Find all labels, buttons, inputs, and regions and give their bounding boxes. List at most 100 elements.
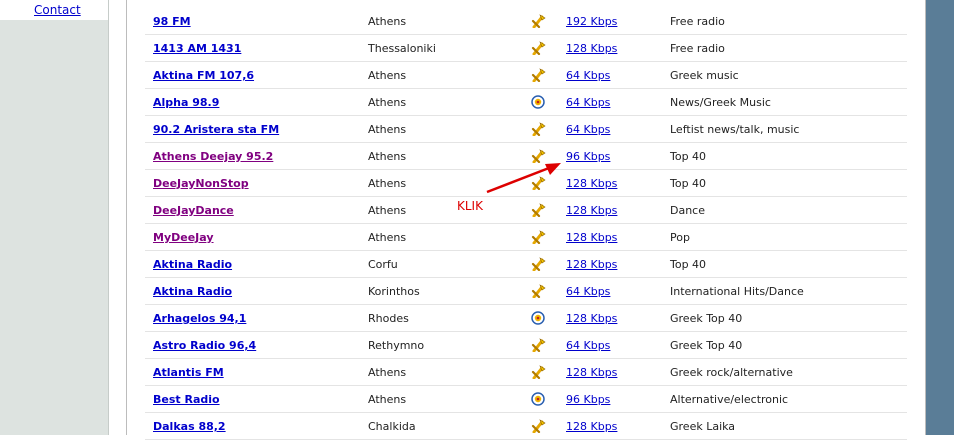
station-city: Athens	[368, 204, 407, 217]
station-row: Athens Deejay 95.2 Athens 96 Kbps Top 40	[145, 143, 907, 170]
winamp-icon	[530, 230, 546, 245]
station-name-link[interactable]: 1413 AM 1431	[153, 42, 241, 55]
spacer	[109, 0, 126, 435]
station-city: Rhodes	[368, 312, 409, 325]
station-genre: News/Greek Music	[670, 96, 771, 109]
station-city: Athens	[368, 393, 407, 406]
station-city: Athens	[368, 96, 407, 109]
bitrate-link[interactable]: 64 Kbps	[566, 285, 610, 298]
bitrate-link[interactable]: 128 Kbps	[566, 204, 617, 217]
station-genre: International Hits/Dance	[670, 285, 804, 298]
bitrate-link[interactable]: 128 Kbps	[566, 366, 617, 379]
station-row: Aktina Radio Corfu 128 Kbps Top 40	[145, 251, 907, 278]
station-name-link[interactable]: DeeJayDance	[153, 204, 234, 217]
station-table: 98 FM Athens 192 Kbps Free radio 1413 AM 14…	[145, 8, 907, 440]
realplayer-icon	[530, 311, 546, 325]
realplayer-icon	[530, 95, 546, 109]
contact-link[interactable]: Contact	[34, 3, 81, 17]
station-city: Corfu	[368, 258, 398, 271]
bitrate-link[interactable]: 64 Kbps	[566, 339, 610, 352]
winamp-icon	[530, 419, 546, 434]
station-name-link[interactable]: Aktina FM 107,6	[153, 69, 254, 82]
station-row: Dalkas 88,2 Chalkida 128 Kbps Greek Laika	[145, 413, 907, 440]
station-row: Atlantis FM Athens 128 Kbps Greek rock/alt…	[145, 359, 907, 386]
station-genre: Alternative/electronic	[670, 393, 789, 406]
station-genre: Greek rock/alternative	[670, 366, 793, 379]
station-city: Athens	[368, 15, 407, 28]
station-genre: Top 40	[670, 258, 707, 271]
station-row: Astro Radio 96,4 Rethymno 64 Kbps Greek To…	[145, 332, 907, 359]
station-row: DeeJayNonStop Athens 128 Kbps Top 40	[145, 170, 907, 197]
station-city: Athens	[368, 177, 407, 190]
winamp-icon	[530, 176, 546, 191]
station-name-link[interactable]: Athens Deejay 95.2	[153, 150, 273, 163]
station-city: Thessaloniki	[368, 42, 436, 55]
station-row: Best Radio Athens 96 Kbps Alternative/elec…	[145, 386, 907, 413]
bitrate-link[interactable]: 64 Kbps	[566, 96, 610, 109]
station-city: Athens	[368, 123, 407, 136]
left-sidebar: Contact	[0, 0, 109, 435]
station-name-link[interactable]: Best Radio	[153, 393, 220, 406]
winamp-icon	[530, 365, 546, 380]
winamp-icon	[530, 284, 546, 299]
winamp-icon	[530, 203, 546, 218]
station-row: 1413 AM 1431 Thessaloniki 128 Kbps Free ra…	[145, 35, 907, 62]
station-name-link[interactable]: MyDeeJay	[153, 231, 214, 244]
winamp-icon	[530, 257, 546, 272]
station-genre: Greek Laika	[670, 420, 736, 433]
station-list-panel: 98 FM Athens 192 Kbps Free radio 1413 AM 14…	[126, 0, 926, 440]
station-genre: Greek Top 40	[670, 312, 743, 325]
right-margin-panel	[926, 0, 954, 435]
contact-box: Contact	[0, 0, 108, 20]
bitrate-link[interactable]: 128 Kbps	[566, 420, 617, 433]
annotation-label: KLIK	[457, 199, 483, 213]
station-genre: Free radio	[670, 15, 725, 28]
station-name-link[interactable]: Alpha 98.9	[153, 96, 219, 109]
winamp-icon	[530, 14, 546, 29]
station-genre: Free radio	[670, 42, 725, 55]
station-row: Aktina FM 107,6 Athens 64 Kbps Greek music	[145, 62, 907, 89]
bitrate-link[interactable]: 128 Kbps	[566, 231, 617, 244]
station-city: Korinthos	[368, 285, 420, 298]
station-city: Athens	[368, 150, 407, 163]
winamp-icon	[530, 338, 546, 353]
bitrate-link[interactable]: 128 Kbps	[566, 312, 617, 325]
station-genre: Dance	[670, 204, 705, 217]
station-name-link[interactable]: Atlantis FM	[153, 366, 224, 379]
station-genre: Top 40	[670, 150, 707, 163]
station-city: Athens	[368, 231, 407, 244]
station-name-link[interactable]: Aktina Radio	[153, 258, 232, 271]
station-row: Arhagelos 94,1 Rhodes 128 Kbps Greek Top 4…	[145, 305, 907, 332]
winamp-icon	[530, 149, 546, 164]
bitrate-link[interactable]: 96 Kbps	[566, 393, 610, 406]
bitrate-link[interactable]: 64 Kbps	[566, 123, 610, 136]
bitrate-link[interactable]: 128 Kbps	[566, 177, 617, 190]
winamp-icon	[530, 41, 546, 56]
station-row: 98 FM Athens 192 Kbps Free radio	[145, 8, 907, 35]
station-city: Rethymno	[368, 339, 425, 352]
station-name-link[interactable]: DeeJayNonStop	[153, 177, 249, 190]
station-city: Athens	[368, 69, 407, 82]
station-genre: Greek music	[670, 69, 739, 82]
station-name-link[interactable]: 90.2 Aristera sta FM	[153, 123, 279, 136]
bitrate-link[interactable]: 128 Kbps	[566, 42, 617, 55]
station-city: Chalkida	[368, 420, 416, 433]
station-name-link[interactable]: Arhagelos 94,1	[153, 312, 246, 325]
bitrate-link[interactable]: 64 Kbps	[566, 69, 610, 82]
station-name-link[interactable]: Astro Radio 96,4	[153, 339, 256, 352]
station-name-link[interactable]: Dalkas 88,2	[153, 420, 226, 433]
station-name-link[interactable]: Aktina Radio	[153, 285, 232, 298]
station-name-link[interactable]: 98 FM	[153, 15, 191, 28]
bitrate-link[interactable]: 96 Kbps	[566, 150, 610, 163]
station-city: Athens	[368, 366, 407, 379]
station-genre: Pop	[670, 231, 690, 244]
bitrate-link[interactable]: 192 Kbps	[566, 15, 617, 28]
station-row: Aktina Radio Korinthos 64 Kbps Internation…	[145, 278, 907, 305]
station-genre: Top 40	[670, 177, 707, 190]
realplayer-icon	[530, 392, 546, 406]
bitrate-link[interactable]: 128 Kbps	[566, 258, 617, 271]
station-row: DeeJayDance Athens 128 Kbps Dance	[145, 197, 907, 224]
station-row: MyDeeJay Athens 128 Kbps Pop	[145, 224, 907, 251]
station-genre: Leftist news/talk, music	[670, 123, 800, 136]
station-genre: Greek Top 40	[670, 339, 743, 352]
